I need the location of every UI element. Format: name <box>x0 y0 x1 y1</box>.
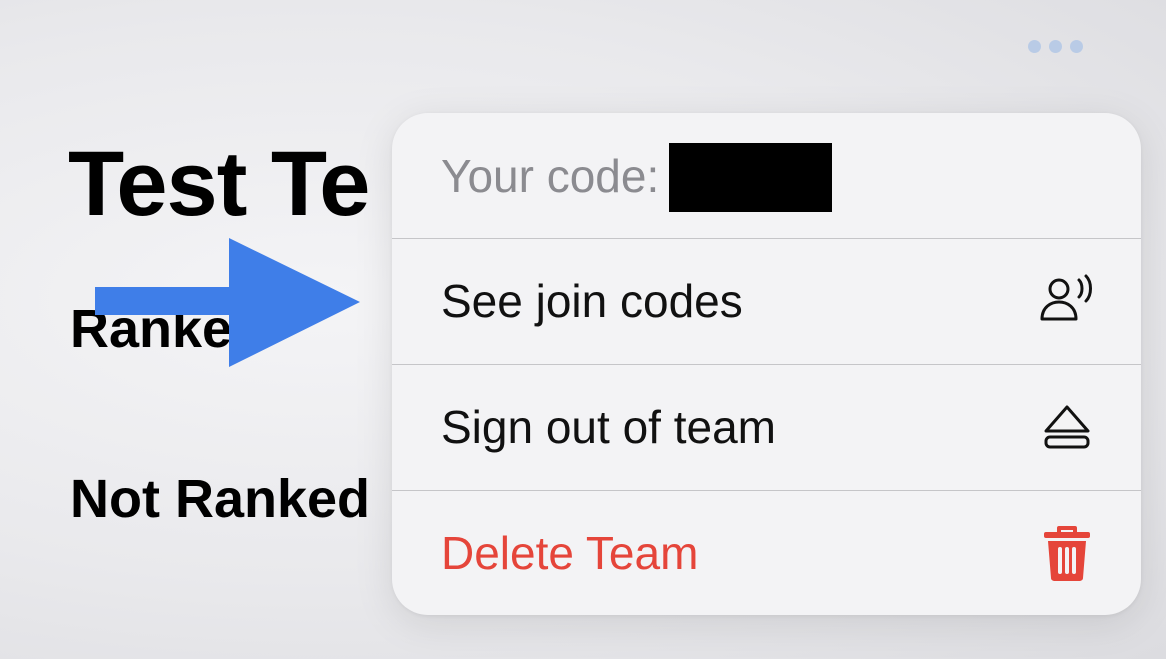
see-join-codes-menu-item[interactable]: See join codes <box>392 238 1141 364</box>
your-code-row: Your code: <box>392 113 1141 238</box>
menu-item-label: Sign out of team <box>441 401 776 453</box>
person-wave-icon <box>1037 271 1097 331</box>
more-options-button[interactable] <box>1010 30 1100 62</box>
ellipsis-icon <box>1027 39 1041 53</box>
eject-icon <box>1037 397 1097 457</box>
arrow-annotation-icon <box>95 238 360 367</box>
your-code-label: Your code: <box>441 149 660 202</box>
screen: Test Te Ranke Not Ranked Your code: See … <box>0 0 1166 659</box>
not-ranked-heading: Not Ranked <box>70 469 371 529</box>
sign-out-of-team-menu-item[interactable]: Sign out of team <box>392 364 1141 490</box>
page-title: Test Te <box>68 133 370 235</box>
menu-item-label: Delete Team <box>441 526 699 579</box>
menu-item-label: See join codes <box>441 275 743 327</box>
context-menu: Your code: See join codes Sign out of te… <box>392 113 1141 615</box>
trash-icon <box>1037 523 1097 583</box>
ellipsis-icon <box>1069 39 1083 53</box>
ellipsis-icon <box>1048 39 1062 53</box>
redacted-code <box>669 143 833 212</box>
delete-team-menu-item[interactable]: Delete Team <box>392 490 1141 615</box>
